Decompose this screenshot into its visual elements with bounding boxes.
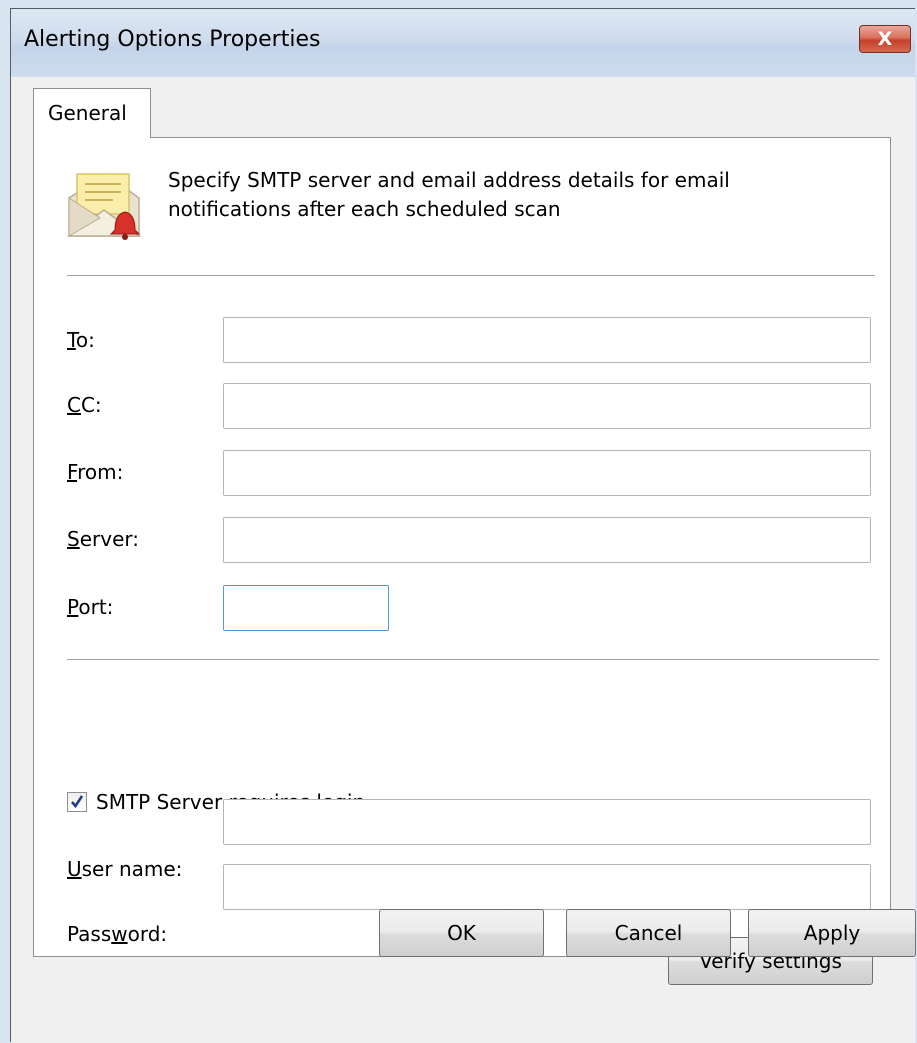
- email-alert-icon: [67, 173, 142, 240]
- separator-top: [67, 275, 875, 277]
- from-mnemonic: F: [67, 460, 78, 484]
- separator-login: [67, 659, 879, 661]
- server-mnemonic: S: [67, 527, 80, 551]
- server-field[interactable]: [223, 517, 871, 563]
- port-mnemonic: P: [67, 595, 79, 619]
- title-bar[interactable]: Alerting Options Properties X: [11, 9, 915, 77]
- from-label: From:: [67, 460, 123, 484]
- ok-label: OK: [447, 921, 476, 945]
- username-mnemonic: U: [67, 857, 82, 881]
- tab-general[interactable]: General: [33, 88, 151, 138]
- cc-label-text: C:: [80, 393, 102, 417]
- to-label: To:: [67, 328, 95, 352]
- cc-field[interactable]: [223, 383, 871, 429]
- cancel-button[interactable]: Cancel: [566, 909, 731, 957]
- general-panel: Specify SMTP server and email address de…: [33, 137, 891, 985]
- username-field[interactable]: [223, 799, 871, 845]
- password-label-pre: Pass: [67, 922, 112, 946]
- password-label: Password:: [67, 922, 167, 946]
- server-label: Server:: [67, 527, 139, 551]
- port-label: Port:: [67, 595, 113, 619]
- close-icon: X: [877, 28, 893, 50]
- password-field[interactable]: [223, 864, 871, 910]
- cancel-label: Cancel: [614, 921, 683, 945]
- password-mnemonic: w: [111, 922, 128, 946]
- apply-button[interactable]: Apply: [748, 909, 916, 957]
- username-label: User name:: [67, 857, 182, 881]
- to-field[interactable]: [223, 317, 871, 363]
- header-description: Specify SMTP server and email address de…: [168, 168, 730, 221]
- cc-label: CC:: [67, 393, 102, 417]
- dialog-body: General Specify SMTP server and email ad…: [11, 77, 916, 1043]
- username-label-text: ser name:: [81, 857, 183, 881]
- dialog-window: Alerting Options Properties X General Sp…: [10, 8, 916, 1043]
- close-button[interactable]: X: [859, 25, 911, 53]
- checkmark-icon: [71, 795, 84, 809]
- to-label-text: o:: [75, 328, 95, 352]
- from-field[interactable]: [223, 450, 871, 496]
- port-label-text: ort:: [78, 595, 114, 619]
- port-field[interactable]: [223, 585, 389, 631]
- window-title: Alerting Options Properties: [24, 27, 321, 52]
- apply-label: Apply: [803, 921, 861, 945]
- ok-button[interactable]: OK: [379, 909, 544, 957]
- server-label-text: erver:: [79, 527, 139, 551]
- login-required-checkbox[interactable]: [67, 792, 87, 812]
- to-mnemonic: T: [67, 328, 76, 352]
- from-label-text: rom:: [77, 460, 124, 484]
- password-label-text: ord:: [127, 922, 168, 946]
- cc-mnemonic: C: [67, 393, 81, 417]
- tab-label: General: [48, 101, 127, 125]
